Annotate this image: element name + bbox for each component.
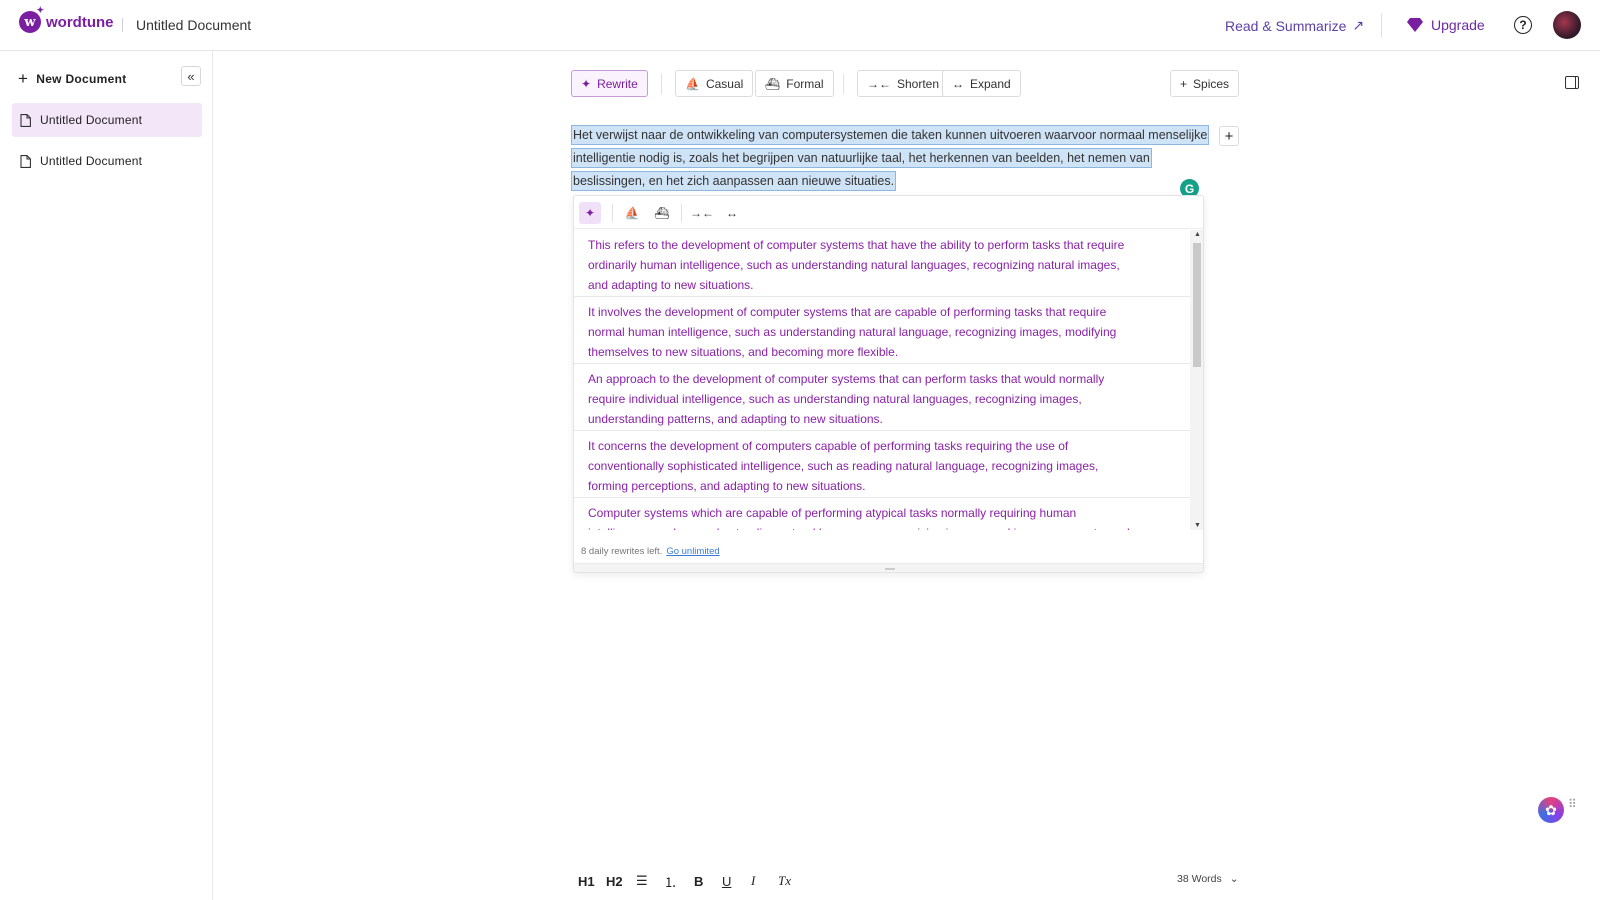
suggestions-scrollbar[interactable]: ▲ ▼ (1190, 230, 1203, 530)
formal-icon: ⛴ (765, 76, 781, 91)
scroll-down-icon[interactable]: ▼ (1194, 522, 1201, 529)
suggestion-item[interactable]: It concerns the development of computers… (574, 431, 1190, 498)
formal-button[interactable]: ⛴ Formal (755, 70, 834, 97)
sidebar: + New Document « Untitled Document Untit… (0, 51, 213, 900)
panel-resize-handle[interactable] (574, 563, 1203, 572)
external-link-icon: ↗ (1352, 17, 1365, 33)
scrollbar-thumb[interactable] (1193, 243, 1201, 367)
title-divider (122, 18, 123, 32)
heading-2-button[interactable]: H2 (606, 872, 623, 890)
suggestions-list: This refers to the development of comput… (574, 230, 1190, 530)
rewrite-button[interactable]: ✦ Rewrite (571, 70, 648, 97)
plus-icon: + (18, 69, 29, 88)
sparkle-icon: ✦ (581, 76, 592, 91)
toolbar-divider (661, 74, 662, 94)
wordtune-logo[interactable]: w ✦ wordtune (19, 6, 114, 33)
rewrites-left-text: 8 daily rewrites left. (581, 546, 663, 557)
brand-name: wordtune (46, 13, 114, 31)
read-summarize-label: Read & Summarize (1225, 17, 1347, 34)
casual-button[interactable]: ⛵ Casual (675, 70, 754, 97)
casual-label: Casual (705, 76, 744, 91)
header-divider (1381, 13, 1382, 37)
sidebar-document-item[interactable]: Untitled Document (12, 103, 202, 137)
selected-text[interactable]: Het verwijst naar de ontwikkeling van co… (570, 125, 1210, 191)
casual-icon[interactable]: ⛵ (621, 202, 643, 224)
formal-icon[interactable]: ⛴ (651, 202, 673, 224)
panel-divider (612, 204, 613, 222)
read-summarize-link[interactable]: Read & Summarize ↗ (1225, 17, 1364, 34)
plus-icon: + (1180, 76, 1188, 91)
expand-button[interactable]: ↔ Expand (942, 70, 1021, 97)
rewrite-label: Rewrite (597, 76, 638, 91)
top-bar: w ✦ wordtune Untitled Document Read & Sum… (0, 0, 1600, 51)
upgrade-label: Upgrade (1431, 17, 1485, 33)
rewrites-left-footer: 8 daily rewrites left. Go unlimited (581, 546, 720, 557)
rewrite-suggestions-panel: ✦ ⛵ ⛴ →← ↔ This refers to the developmen… (573, 195, 1204, 573)
new-document-button[interactable]: + New Document (18, 69, 127, 89)
assistant-bubble-icon[interactable]: ✿ (1538, 797, 1564, 823)
expand-icon: ↔ (952, 76, 964, 91)
diamond-icon (1407, 18, 1423, 32)
shorten-icon: →← (867, 76, 891, 91)
spices-button[interactable]: + Spices (1170, 70, 1240, 97)
document-label: Untitled Document (40, 113, 143, 127)
shorten-button[interactable]: →← Shorten (857, 70, 950, 97)
panel-divider (681, 204, 682, 222)
scroll-up-icon[interactable]: ▲ (1194, 231, 1201, 238)
editor-content[interactable]: Het verwijst naar de ontwikkeling van co… (570, 124, 1212, 193)
document-icon (20, 154, 31, 168)
numbered-list-icon[interactable]: ⒈ (664, 872, 677, 890)
collapse-sidebar-icon[interactable]: « (181, 66, 201, 86)
heading-1-button[interactable]: H1 (578, 872, 595, 890)
add-block-button[interactable]: + (1219, 126, 1239, 146)
chevron-down-icon: ⌄ (1229, 873, 1239, 885)
toolbar-divider (843, 74, 844, 94)
drag-handle-icon[interactable]: ⠿ (1568, 798, 1577, 810)
suggestion-item[interactable]: Computer systems which are capable of pe… (574, 498, 1190, 530)
shorten-icon[interactable]: →← (690, 202, 714, 224)
formal-label: Formal (786, 76, 824, 91)
bold-button[interactable]: B (694, 872, 703, 890)
casual-icon: ⛵ (685, 76, 700, 91)
clear-formatting-button[interactable]: Tx (778, 872, 791, 890)
document-label: Untitled Document (40, 154, 143, 168)
document-icon (20, 113, 31, 127)
spices-label: Spices (1193, 76, 1230, 91)
italic-button[interactable]: I (751, 872, 755, 890)
bullet-list-icon[interactable]: ☰ (636, 872, 648, 890)
go-unlimited-link[interactable]: Go unlimited (666, 546, 719, 557)
expand-label: Expand (970, 76, 1011, 91)
rewrite-sparkle-icon[interactable]: ✦ (579, 202, 601, 224)
avatar[interactable] (1553, 11, 1581, 39)
underline-button[interactable]: U (722, 872, 731, 890)
word-count-label: 38 Words (1177, 873, 1222, 885)
word-count-dropdown[interactable]: 38 Words ⌄ (1177, 873, 1239, 885)
suggestion-item[interactable]: This refers to the development of comput… (574, 230, 1190, 297)
new-document-label: New Document (36, 72, 127, 86)
shorten-label: Shorten (897, 76, 940, 91)
suggestion-item[interactable]: An approach to the development of comput… (574, 364, 1190, 431)
wordtune-logo-icon: w ✦ (19, 6, 44, 33)
suggestions-toolbar: ✦ ⛵ ⛴ →← ↔ (574, 196, 1203, 229)
sidebar-document-item[interactable]: Untitled Document (12, 144, 202, 178)
help-icon[interactable]: ? (1514, 16, 1532, 34)
toggle-panel-icon[interactable] (1565, 76, 1579, 89)
expand-icon[interactable]: ↔ (721, 202, 743, 224)
suggestion-item[interactable]: It involves the development of computer … (574, 297, 1190, 364)
upgrade-button[interactable]: Upgrade (1407, 17, 1485, 33)
document-title[interactable]: Untitled Document (136, 17, 251, 33)
